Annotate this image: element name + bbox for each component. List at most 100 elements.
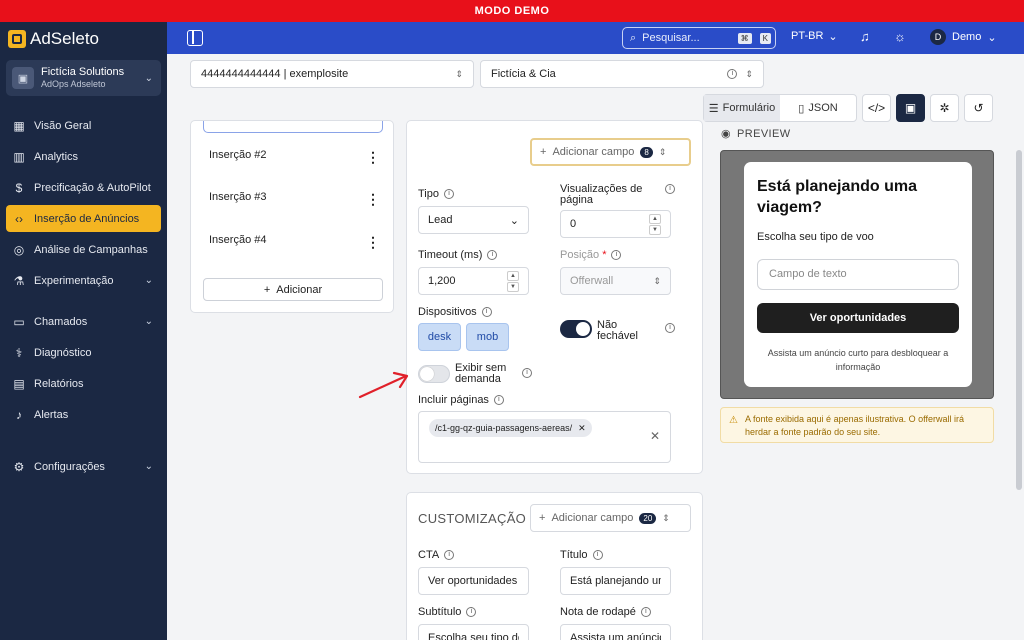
titulo-value: Está planejando uma viagem? <box>570 575 661 587</box>
brand-logo[interactable]: AdSeleto <box>8 28 99 50</box>
subtitulo-input[interactable]: Escolha seu tipo de voo <box>418 624 529 640</box>
target-icon: ◎ <box>13 242 25 257</box>
nav-label: Análise de Campanhas <box>34 243 148 256</box>
subtitulo-value: Escolha seu tipo de voo <box>428 632 519 640</box>
info-icon: i <box>487 250 498 260</box>
debug-button[interactable]: ✲ <box>930 94 959 122</box>
user-name: Demo <box>952 31 982 43</box>
info-icon: i <box>444 189 454 199</box>
scrollbar[interactable] <box>1016 150 1022 490</box>
on-demand-toggle[interactable] <box>418 365 450 383</box>
nav-visao-geral[interactable]: ▦ Visão Geral <box>6 112 161 139</box>
history-button[interactable]: ↺ <box>964 94 993 122</box>
info-icon: i <box>665 184 675 194</box>
preview-text-input[interactable]: Campo de texto <box>757 259 959 290</box>
nav-experimentacao[interactable]: ⚗ Experimentação ⌄ <box>6 267 161 294</box>
chevron-down-icon: ⌄ <box>509 214 519 227</box>
list-item[interactable]: Inserção #2 ⋮ <box>209 149 380 166</box>
eye-icon: ◉ <box>721 128 731 140</box>
search-icon: ⌕ <box>630 31 637 44</box>
rodape-label: Nota de rodapé i <box>560 607 651 618</box>
timeout-input[interactable]: 1,200 ▲ ▼ <box>418 267 529 295</box>
chevron-down-icon: ⌄ <box>828 31 838 43</box>
nav-alertas[interactable]: ♪ Alertas <box>6 401 161 428</box>
views-label: Visualizações de página i <box>560 184 675 206</box>
preview-label: ◉ PREVIEW <box>721 127 791 141</box>
info-icon: i <box>522 368 532 378</box>
cta-value: Ver oportunidades <box>428 575 518 587</box>
site-select[interactable]: 4444444444444 | exemplosite ⇕ <box>190 60 474 88</box>
number-stepper[interactable]: ▲ ▼ <box>649 213 661 235</box>
dollar-icon: $ <box>15 180 23 195</box>
nav-insercao-anuncios[interactable]: ‹› Inserção de Anúncios <box>6 205 161 232</box>
tab-label: Formulário <box>722 102 776 114</box>
list-item[interactable]: Inserção #3 ⋮ <box>209 191 380 208</box>
nav-label: Relatórios <box>34 377 84 390</box>
company-select-value: Fictícia & Cia <box>491 68 556 80</box>
rodape-input[interactable]: Assista um anúncio curto para desbloquea… <box>560 624 671 640</box>
add-field-label: Adicionar campo <box>551 512 634 524</box>
nav-chamados[interactable]: ▭ Chamados ⌄ <box>6 308 161 335</box>
nav-diagnostico[interactable]: ⚕ Diagnóstico <box>6 339 161 366</box>
notifications-bell-icon[interactable]: ♫ <box>860 29 870 44</box>
cta-input[interactable]: Ver oportunidades <box>418 567 529 595</box>
search-button[interactable]: ⌕ Pesquisar... ⌘ K <box>622 27 776 49</box>
add-insertion-button[interactable]: + Adicionar <box>203 278 383 301</box>
sidebar-toggle-icon[interactable] <box>187 30 203 46</box>
info-icon: i <box>665 323 675 333</box>
nav-label: Precificação & AutoPilot <box>34 181 151 194</box>
views-input[interactable]: 0 ▲ ▼ <box>560 210 671 238</box>
chevron-down-icon: ⌄ <box>144 461 153 472</box>
nav-precificacao[interactable]: $ Precificação & AutoPilot <box>6 174 161 201</box>
building-icon: ▣ <box>12 67 34 89</box>
more-vertical-icon[interactable]: ⋮ <box>366 234 380 251</box>
nav-configuracoes[interactable]: ⚙ Configurações ⌄ <box>6 453 161 480</box>
font-warning-text: A fonte exibida aqui é apenas ilustrativ… <box>745 414 964 437</box>
save-icon: ▣ <box>904 101 917 115</box>
more-vertical-icon[interactable]: ⋮ <box>366 149 380 166</box>
language-label: PT-BR <box>791 30 824 42</box>
tab-json[interactable]: ▯ JSON <box>780 95 856 121</box>
chevron-updown-icon: ⇕ <box>745 68 753 79</box>
code-button[interactable]: </> <box>862 94 891 122</box>
nav-relatorios[interactable]: ▤ Relatórios <box>6 370 161 397</box>
add-custom-field-button[interactable]: + Adicionar campo 20 ⇕ <box>530 504 691 532</box>
pages-multiselect[interactable]: /c1-gg-qz-guia-passagens-aereas/ ✕ ✕ <box>418 411 671 463</box>
info-icon: i <box>592 550 603 560</box>
device-desk-chip[interactable]: desk <box>418 323 461 351</box>
posicao-select[interactable]: Offerwall ⇕ <box>560 267 671 295</box>
nav-analise-campanhas[interactable]: ◎ Análise de Campanhas <box>6 236 161 263</box>
remove-tag-icon[interactable]: ✕ <box>578 423 586 434</box>
list-item[interactable]: Inserção #4 ⋮ <box>209 234 380 251</box>
timeout-label: Timeout (ms) i <box>418 250 498 261</box>
org-switcher[interactable]: ▣ Fictícia Solutions AdOps Adseleto ⌄ <box>6 60 161 96</box>
nav-analytics[interactable]: ▥ Analytics <box>6 143 161 170</box>
dispositivos-label: Dispositivos i <box>418 307 492 318</box>
chevron-updown-icon: ⇕ <box>653 275 661 286</box>
tipo-select[interactable]: Lead ⌄ <box>418 206 529 234</box>
add-field-button[interactable]: + Adicionar campo 8 ⇕ <box>530 138 691 166</box>
tipo-label: Tipo i <box>418 189 454 200</box>
tab-formulario[interactable]: ☰ Formulário <box>704 95 780 121</box>
tab-label: JSON <box>808 102 838 114</box>
rodape-value: Assista um anúncio curto para desbloquea… <box>570 632 661 640</box>
more-vertical-icon[interactable]: ⋮ <box>366 191 380 208</box>
language-select[interactable]: PT-BR ⌄ <box>791 30 838 43</box>
non-closable-toggle[interactable] <box>560 320 592 338</box>
plus-icon: + <box>540 146 547 158</box>
user-menu[interactable]: D Demo ⌄ <box>930 29 997 45</box>
selected-insertion-edge[interactable] <box>203 121 383 133</box>
subtitulo-label: Subtítulo i <box>418 607 477 618</box>
theme-sun-icon[interactable]: ☼ <box>894 29 906 44</box>
save-button[interactable]: ▣ <box>896 94 925 122</box>
info-icon: i <box>466 607 477 617</box>
number-stepper[interactable]: ▲ ▼ <box>507 270 519 292</box>
info-icon: i <box>493 395 504 405</box>
device-mob-chip[interactable]: mob <box>466 323 509 351</box>
titulo-input[interactable]: Está planejando uma viagem? <box>560 567 671 595</box>
preview-cta-button[interactable]: Ver oportunidades <box>757 303 959 333</box>
chevron-updown-icon: ⇕ <box>658 146 667 157</box>
company-select[interactable]: Fictícia & Cia i ⇕ <box>480 60 764 88</box>
topbar: ⌕ Pesquisar... ⌘ K PT-BR ⌄ ♫ ☼ D Demo ⌄ <box>167 22 1024 54</box>
clear-icon[interactable]: ✕ <box>650 429 660 443</box>
